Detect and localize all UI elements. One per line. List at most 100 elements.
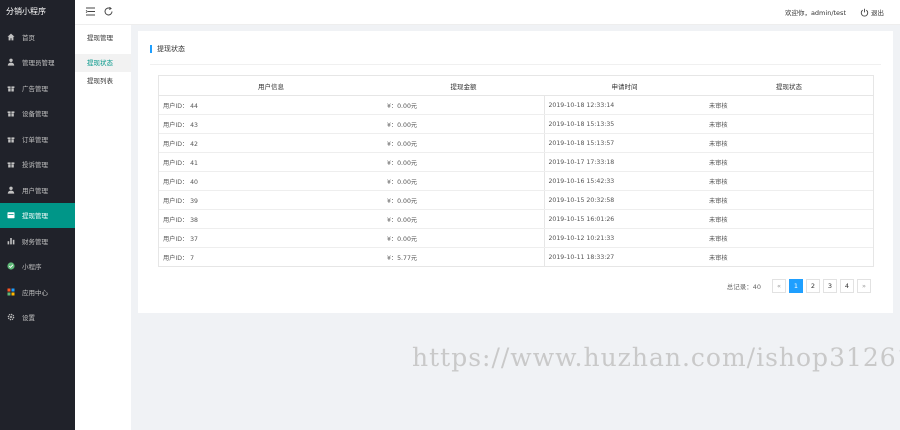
user-id-cell: 用户ID： 42 <box>159 133 383 153</box>
sidebar-item-1[interactable]: 管理员管理 <box>0 50 75 76</box>
sidebar-item-5[interactable]: 投诉管理 <box>0 152 75 178</box>
sidebar-item-8[interactable]: 财务管理 <box>0 228 75 254</box>
amount-cell: ¥：0.00元 <box>383 114 545 134</box>
status-cell: 未审核 <box>705 133 873 153</box>
withdraw-table-container[interactable]: 用户信息 提现金额 申请时间 提现状态 用户ID： 44 ¥：0.00元 2019-… <box>158 75 874 267</box>
page-button-1[interactable]: 1 <box>789 279 803 293</box>
withdraw-table: 用户信息 提现金额 申请时间 提现状态 用户ID： 44 ¥：0.00元 2019-… <box>159 76 873 268</box>
sidebar-item-label: 设备管理 <box>22 110 48 119</box>
page-button-2[interactable]: 2 <box>806 279 820 293</box>
apply-time-cell: 2019-10-18 15:13:35 <box>544 114 705 134</box>
refresh-icon[interactable] <box>103 6 114 17</box>
amount-cell: ¥：0.00元 <box>383 228 545 248</box>
apply-time-cell: 2019-10-18 12:33:14 <box>544 95 705 115</box>
gift-icon <box>7 135 15 143</box>
amount-cell: ¥：0.00元 <box>383 190 545 210</box>
sidebar-item-4[interactable]: 订单管理 <box>0 126 75 152</box>
grid-icon <box>7 288 15 296</box>
home-icon <box>7 33 15 41</box>
amount-cell: ¥：30.60元 <box>383 267 544 268</box>
amount-cell: ¥：0.00元 <box>383 95 545 115</box>
table-row[interactable]: 用户ID： 40 ¥：0.00元 2019-10-16 15:42:33 未审核 <box>159 171 873 191</box>
col-apply-time[interactable]: 申请时间 <box>544 76 705 96</box>
power-icon <box>860 8 869 17</box>
amount-cell: ¥：5.77元 <box>383 247 545 266</box>
col-user-info[interactable]: 用户信息 <box>159 76 383 96</box>
table-row[interactable]: 用户ID： 41 ¥：0.00元 2019-10-17 17:33:18 未审核 <box>159 152 873 172</box>
table-row[interactable]: 用户ID： 42 ¥：0.00元 2019-10-18 15:13:57 未审核 <box>159 133 873 153</box>
sidebar-item-2[interactable]: 广告管理 <box>0 75 75 101</box>
card-divider <box>150 64 881 65</box>
sidebar-item-7[interactable]: 提现管理 <box>0 202 75 228</box>
col-amount[interactable]: 提现金额 <box>383 76 544 96</box>
sidebar-item-label: 订单管理 <box>22 135 48 144</box>
status-cell: 未审核 <box>705 247 873 266</box>
table-body: 用户ID： 44 ¥：0.00元 2019-10-18 12:33:14 未审核 用户I… <box>159 95 873 268</box>
table-row[interactable]: 用户ID： 37 ¥：0.00元 2019-10-12 10:21:33 未审核 <box>159 228 873 248</box>
sidebar-item-label: 应用中心 <box>22 288 48 297</box>
user-id-cell: 用户ID： 40 <box>159 171 383 191</box>
pagination: 总记录：40 « 1 2 3 4 » <box>727 279 871 293</box>
gift-icon <box>7 160 15 169</box>
next-page-button[interactable]: » <box>857 279 871 293</box>
sidebar-item-10[interactable]: 应用中心 <box>0 279 75 305</box>
main-sidebar: 分销小程序 首页 管理员管理 广告管理 设备管理 订单管理 投诉管理 用户管理 提现管理 财务管… <box>0 0 75 430</box>
gift-icon <box>7 84 15 92</box>
amount-cell: ¥：0.00元 <box>383 152 545 172</box>
table-row[interactable]: 用户ID： 38 ¥：0.00元 2019-10-15 16:01:26 未审核 <box>159 209 873 229</box>
status-cell: 未审核 <box>705 95 873 115</box>
subnav-item-withdraw-status[interactable]: 提现状态 <box>75 54 131 72</box>
table-header-row: 用户信息 提现金额 申请时间 提现状态 <box>159 76 873 96</box>
sidebar-item-9[interactable]: 小程序 <box>0 254 75 280</box>
table-row[interactable]: 用户ID： 4¥：30.60元2019-10-11 16:53:08未审核 <box>159 267 873 268</box>
sidebar-item-label: 广告管理 <box>22 84 48 93</box>
col-status[interactable]: 提现状态 <box>705 76 873 96</box>
table-row[interactable]: 用户ID： 39 ¥：0.00元 2019-10-15 20:32:58 未审核 <box>159 190 873 210</box>
total-count: 总记录：40 <box>726 283 761 291</box>
top-bar: 欢迎你，admin/test 退出 <box>75 0 900 25</box>
table-row[interactable]: 用户ID： 7 ¥：5.77元 2019-10-11 18:33:27 未审核 <box>159 247 873 266</box>
sidebar-item-label: 设置 <box>22 314 35 323</box>
apply-time-cell: 2019-10-12 10:21:33 <box>544 228 705 248</box>
prev-page-button[interactable]: « <box>772 279 786 293</box>
menu-toggle-icon[interactable] <box>85 6 96 17</box>
check-circle-icon <box>7 262 15 270</box>
sidebar-item-11[interactable]: 设置 <box>0 305 75 331</box>
subnav-item-withdraw-list[interactable]: 提现列表 <box>75 72 131 90</box>
welcome-text: 欢迎你，admin/test <box>784 9 846 17</box>
user-id-cell: 用户ID： 38 <box>159 209 383 229</box>
logout-button[interactable]: 退出 <box>860 7 884 17</box>
gear-icon <box>7 313 15 321</box>
table-row[interactable]: 用户ID： 44 ¥：0.00元 2019-10-18 12:33:14 未审核 <box>159 95 873 115</box>
chart-icon <box>7 237 15 245</box>
sidebar-item-label: 管理员管理 <box>22 59 55 68</box>
user-id-cell: 用户ID： 7 <box>159 247 383 266</box>
sidebar-item-label: 提现管理 <box>22 212 48 221</box>
sidebar-menu: 首页管理员管理广告管理设备管理订单管理投诉管理用户管理提现管理财务管理小程序应用… <box>0 24 75 330</box>
user-icon <box>7 186 15 194</box>
watermark-text: https://www.huzhan.com/ishop31261 <box>412 343 900 372</box>
status-cell: 未审核 <box>705 228 873 248</box>
status-cell: 未审核 <box>705 209 873 229</box>
apply-time-cell: 2019-10-11 18:33:27 <box>544 247 705 266</box>
sidebar-item-6[interactable]: 用户管理 <box>0 177 75 203</box>
table-row[interactable]: 用户ID： 43 ¥：0.00元 2019-10-18 15:13:35 未审核 <box>159 114 873 134</box>
sidebar-item-0[interactable]: 首页 <box>0 24 75 50</box>
apply-time-cell: 2019-10-15 16:01:26 <box>544 209 705 229</box>
apply-time-cell: 2019-10-11 16:53:08 <box>544 267 705 268</box>
content-card: 提现状态 用户信息 提现金额 申请时间 提现状态 用户ID： 44 ¥：0.00元… <box>138 31 893 313</box>
user-id-cell: 用户ID： 43 <box>159 114 383 134</box>
page-button-3[interactable]: 3 <box>823 279 837 293</box>
card-title: 提现状态 <box>150 45 185 53</box>
amount-cell: ¥：0.00元 <box>383 171 545 191</box>
sidebar-item-3[interactable]: 设备管理 <box>0 101 75 127</box>
sidebar-item-label: 用户管理 <box>22 186 48 195</box>
status-cell: 未审核 <box>705 114 873 134</box>
page-button-4[interactable]: 4 <box>840 279 854 293</box>
status-cell: 未审核 <box>705 267 873 268</box>
user-id-cell: 用户ID： 37 <box>159 228 383 248</box>
status-cell: 未审核 <box>705 152 873 172</box>
top-bar-user: 欢迎你，admin/test 退出 <box>785 0 884 24</box>
sidebar-item-label: 小程序 <box>22 263 42 272</box>
user-icon <box>7 58 15 66</box>
